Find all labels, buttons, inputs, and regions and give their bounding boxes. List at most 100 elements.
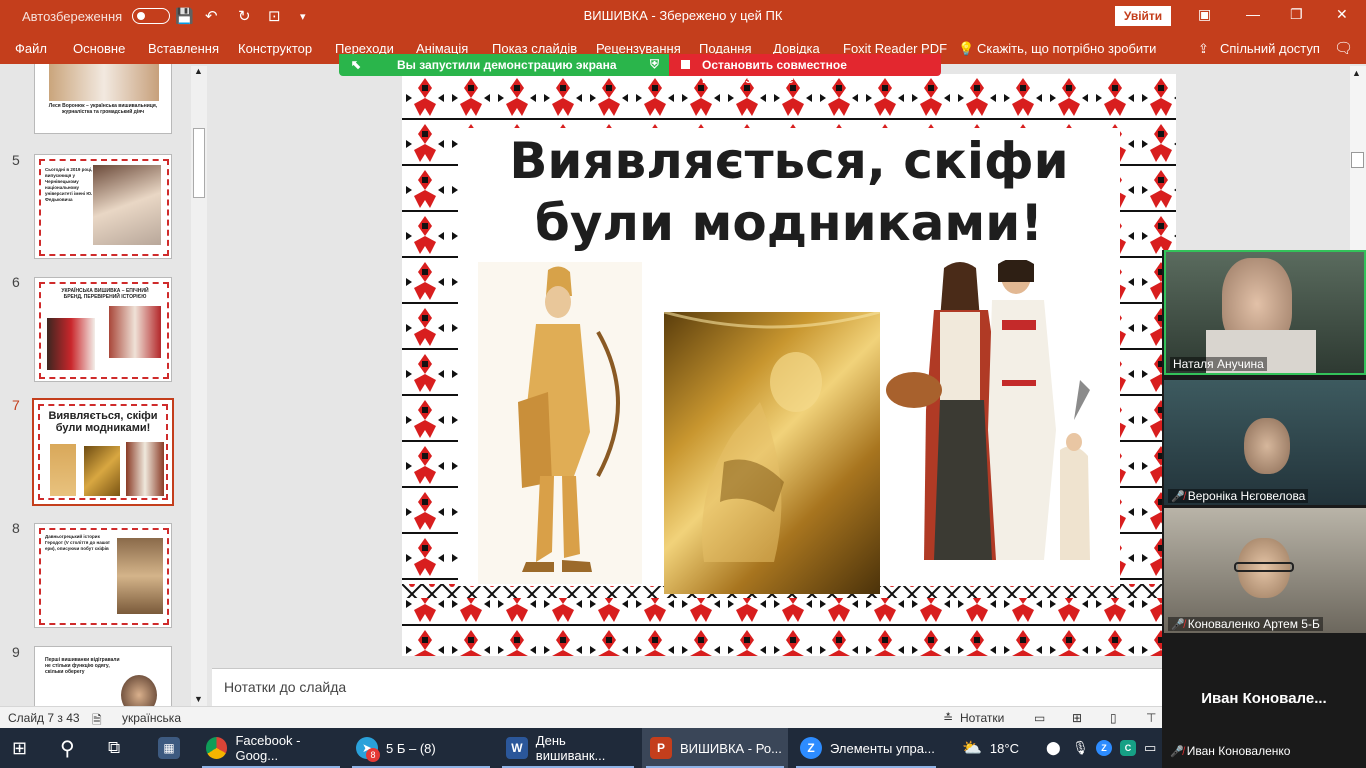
reading-view-icon[interactable]: ▯ (1110, 711, 1117, 725)
title-bar: Автозбереження 💾 ↶ ↻ ⊡ ▾ ВИШИВКА - Збере… (0, 0, 1366, 32)
tray-screen[interactable]: ▭ (1144, 728, 1156, 768)
calculator-button[interactable]: ▦ (158, 728, 180, 768)
weather-widget[interactable]: ⛅ 18°C (962, 728, 1019, 768)
slide-thumbnail-5[interactable]: Сьогодні в 2019 році, випускниця у Черні… (34, 154, 172, 259)
notes-placeholder[interactable]: Нотатки до слайда (224, 679, 346, 695)
tab-insert[interactable]: Вставлення (148, 41, 219, 56)
tab-home[interactable]: Основне (73, 41, 125, 56)
notes-pane[interactable]: Нотатки до слайда (212, 668, 1164, 706)
participant-name: 🎤̸ Вероніка Нєговелова (1168, 489, 1309, 503)
share-button[interactable]: Спільний доступ (1220, 41, 1320, 56)
notes-button[interactable]: Нотатки (960, 711, 1004, 725)
slide-thumbnail-4[interactable]: Леся Воронюк – українська вишивальниця, … (34, 64, 172, 134)
lightbulb-icon: 💡 (958, 41, 975, 56)
language-indicator[interactable]: українська (122, 711, 181, 725)
screen-share-banner[interactable]: ⬉ Вы запустили демонстрацию экрана ⛨ (339, 54, 669, 76)
slide-title[interactable]: Виявляється, скіфи були модниками! (464, 130, 1114, 254)
muted-mic-icon: 🎤̸ (1171, 619, 1185, 631)
close-icon[interactable]: ✕ (1336, 6, 1348, 23)
start-button[interactable]: ⊞ (12, 728, 27, 768)
slide-thumbnail-9[interactable]: Перші вишиванки відігравали не стільки ф… (34, 646, 172, 706)
search-button[interactable]: ⚲ (60, 728, 75, 768)
temperature: 18°C (989, 740, 1019, 756)
notes-icon: ≛ (943, 711, 954, 725)
minimize-icon[interactable]: — (1246, 6, 1260, 22)
search-icon: ⚲ (60, 737, 75, 760)
gold-relief-image[interactable] (664, 312, 880, 594)
normal-view-icon[interactable]: ▭ (1034, 711, 1045, 725)
microphone-icon: 🎙 (1072, 740, 1089, 755)
slide-counter: Слайд 7 з 43 (8, 711, 80, 725)
editor-scrollbar[interactable]: ▲ (1350, 66, 1366, 256)
taskbar-zoom[interactable]: Z Элементы упра... (792, 728, 940, 768)
chrome-icon (206, 737, 228, 759)
sign-in-button[interactable]: Увійти (1115, 6, 1171, 26)
taskbar-label: Facebook - Goog... (235, 733, 301, 763)
thumbnail-text: Перші вишиванки відігравали не стільки ф… (45, 657, 120, 675)
scroll-up-icon[interactable]: ▲ (1352, 68, 1361, 78)
scythian-warrior-image[interactable] (478, 262, 642, 584)
slide-title-line-1: Виявляється, скіфи (509, 132, 1069, 190)
thumbnail-photo (109, 306, 161, 358)
taskbar-word[interactable]: W День вишиванк... (498, 728, 638, 768)
slide-title-line-2: були модниками! (534, 194, 1044, 252)
tray-app[interactable]: C (1120, 728, 1136, 768)
thumbnail-photo (47, 318, 95, 370)
slideshow-icon[interactable]: ⊤ (1146, 711, 1156, 725)
taskbar-chrome[interactable]: Facebook - Goog... (198, 728, 344, 768)
slide-canvas[interactable]: Виявляється, скіфи були модниками! (402, 74, 1176, 656)
slide-thumbnail-6[interactable]: УКРАЇНСЬКА ВИШИВКА – ЕПІЧНИЙ БРЕНД, ПЕРЕ… (34, 277, 172, 382)
comments-icon[interactable]: 🗨 (1334, 39, 1353, 57)
thumbnail-text: Леся Воронюк – українська вишивальниця, … (48, 103, 158, 115)
zoom-tray-icon: Z (1096, 740, 1112, 756)
ribbon-display-options-icon[interactable]: ▣ (1198, 6, 1211, 23)
participant-video[interactable]: 🎤̸ Коноваленко Артем 5-Б (1164, 508, 1366, 633)
slide-number: 6 (12, 274, 20, 290)
taskbar-telegram[interactable]: ➤ 8 5 Б – (8) (348, 728, 494, 768)
participant-video[interactable]: 🎤̸ Вероніка Нєговелова (1164, 380, 1366, 505)
thumbnail-text: Давньогрецький історик Геродот (V століт… (45, 534, 110, 551)
thumbnail-couple (126, 442, 164, 496)
task-view-button[interactable]: ⧉ (108, 728, 120, 768)
screen-icon: ▭ (1144, 740, 1157, 755)
thumbnail-scrollbar[interactable]: ▲ ▼ (191, 66, 207, 706)
ukrainian-couple-image[interactable] (884, 260, 1114, 590)
taskbar-powerpoint[interactable]: P ВИШИВКА - Ро... (642, 728, 788, 768)
slide-sorter-icon[interactable]: ⊞ (1072, 711, 1082, 725)
tray-mic[interactable]: 🎙 (1072, 728, 1089, 768)
thumbnail-photo (121, 675, 157, 706)
scroll-down-icon[interactable]: ▼ (194, 694, 203, 704)
share-icon: ⇪ (1198, 41, 1209, 56)
app-tray-icon: C (1120, 740, 1136, 756)
scroll-up-icon[interactable]: ▲ (194, 66, 203, 76)
stop-sharing-button[interactable]: Остановить совместное использование (669, 54, 941, 86)
participant-video[interactable]: Наталя Анучина (1164, 250, 1366, 375)
weather-icon: ⛅ (962, 740, 982, 757)
scrollbar-thumb[interactable] (193, 128, 205, 198)
zoom-icon: Z (800, 737, 822, 759)
tell-me-search[interactable]: Скажіть, що потрібно зробити (977, 41, 1156, 56)
calculator-icon: ▦ (158, 737, 180, 759)
thumbnail-text: Сьогодні в 2019 році, випускниця у Черні… (45, 167, 93, 202)
tab-file[interactable]: Файл (15, 41, 47, 56)
taskbar-label: ВИШИВКА - Ро... (680, 740, 782, 756)
thumbnail-gold-relief (84, 446, 120, 496)
taskbar-label: 5 Б – (8) (386, 740, 436, 756)
telegram-tray-icon: ⬤ (1046, 740, 1061, 755)
video-participants-panel: Наталя Анучина 🎤̸ Вероніка Нєговелова 🎤̸ К… (1162, 250, 1366, 768)
unread-badge: 8 (366, 748, 380, 762)
tray-zoom[interactable]: Z (1096, 728, 1112, 768)
slide-number: 9 (12, 644, 20, 660)
active-user-name: Иван Коновале... (1201, 690, 1327, 707)
restore-icon[interactable]: ❐ (1290, 6, 1303, 23)
slide-thumbnail-8[interactable]: Давньогрецький історик Геродот (V століт… (34, 523, 172, 628)
slide-thumbnail-pane: Леся Воронюк – українська вишивальниця, … (0, 64, 208, 706)
tab-design[interactable]: Конструктор (238, 41, 312, 56)
word-icon: W (506, 737, 528, 759)
tray-telegram[interactable]: ⬤ (1046, 728, 1061, 768)
relief-figure (664, 312, 880, 562)
scrollbar-thumb[interactable] (1351, 152, 1364, 168)
taskbar-label: День вишиванк... (535, 733, 606, 763)
slide-thumbnail-7[interactable]: Виявляється, скіфи були модниками! (32, 398, 174, 506)
thumbnail-photo (117, 538, 163, 614)
